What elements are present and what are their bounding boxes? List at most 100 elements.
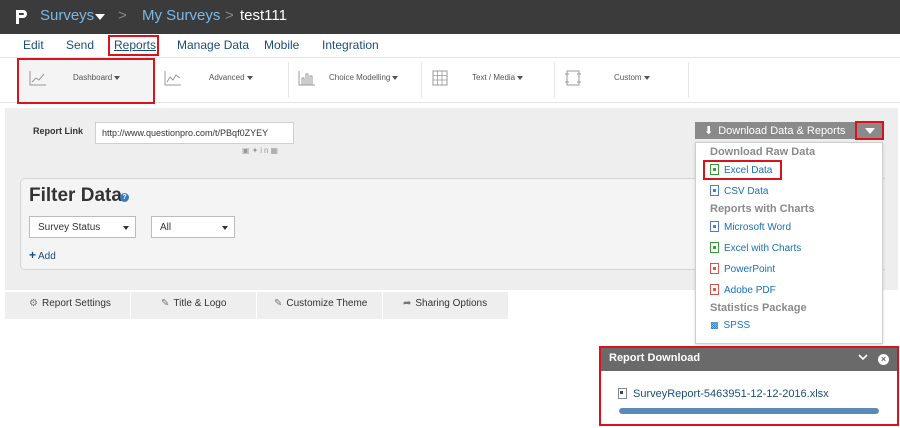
- close-icon[interactable]: ×: [878, 354, 889, 365]
- menu-item-excel-charts[interactable]: Excel with Charts: [710, 242, 801, 254]
- tab-divider: [382, 292, 383, 319]
- tab-title-logo[interactable]: ✎ Title & Logo: [161, 298, 226, 309]
- top-bar: Surveys > My Surveys > test111: [0, 0, 900, 34]
- current-survey-title: test111: [240, 7, 287, 24]
- share-icon: ➦: [403, 298, 412, 309]
- tab-title-logo-label: Title & Logo: [173, 298, 227, 309]
- survey-status-value: Survey Status: [38, 222, 101, 233]
- subnav-custom[interactable]: Custom: [555, 58, 688, 102]
- nav-edit[interactable]: Edit: [23, 38, 44, 53]
- menu-item-powerpoint[interactable]: PowerPoint: [710, 263, 775, 275]
- excel-data-highlight-box: [703, 160, 782, 180]
- nav-integration[interactable]: Integration: [322, 38, 379, 53]
- menu-item-excel-charts-label: Excel with Charts: [724, 243, 802, 254]
- breadcrumb-separator: >: [118, 7, 127, 24]
- word-file-icon: [710, 221, 719, 232]
- subnav-choice-modelling-label: Choice Modelling: [329, 73, 391, 82]
- survey-status-select[interactable]: Survey Status: [29, 216, 136, 238]
- downloaded-file-link[interactable]: SurveyReport-5463951-12-12-2016.xlsx: [618, 388, 829, 400]
- csv-file-icon: [710, 185, 719, 196]
- plus-icon: +: [29, 248, 37, 262]
- tab-report-settings[interactable]: ⚙ Report Settings: [29, 298, 111, 309]
- dropdown-toggle-highlight-box: [855, 121, 884, 140]
- file-icon: [618, 388, 627, 399]
- help-icon[interactable]: ?: [120, 193, 129, 202]
- tab-divider: [256, 292, 257, 319]
- tab-sharing-options-label: Sharing Options: [415, 298, 488, 309]
- chevron-down-icon: [643, 75, 650, 80]
- report-link-field[interactable]: http://www.questionpro.com/t/PBqf0ZYEY: [95, 122, 294, 144]
- surveys-menu[interactable]: Surveys: [40, 7, 94, 25]
- subnav-advanced[interactable]: Advanced: [155, 58, 288, 102]
- subnav-text-media-label: Text / Media: [472, 73, 516, 82]
- subnav-text-media[interactable]: Text / Media: [422, 58, 554, 102]
- edit-icon: ✎: [274, 298, 283, 309]
- qr-code-icon[interactable]: ▦: [271, 146, 281, 155]
- menu-item-spss-label: SPSS: [723, 320, 751, 331]
- menu-item-adobe-pdf-label: Adobe PDF: [724, 285, 776, 296]
- menu-item-microsoft-word-label: Microsoft Word: [724, 222, 792, 233]
- menu-item-powerpoint-label: PowerPoint: [724, 264, 776, 275]
- menu-item-microsoft-word[interactable]: Microsoft Word: [710, 221, 791, 233]
- custom-report-icon: [565, 70, 581, 86]
- chevron-down-icon: [246, 75, 253, 80]
- chevron-down-icon: [517, 75, 524, 80]
- edit-icon: ✎: [161, 298, 170, 309]
- tab-customize-theme-label: Customize Theme: [286, 298, 368, 309]
- facebook-icon[interactable]: ▣: [242, 146, 252, 155]
- bar-chart-icon: [298, 71, 315, 86]
- filter-value-select[interactable]: All: [151, 216, 235, 238]
- nav-manage-data[interactable]: Manage Data: [177, 38, 249, 53]
- pdf-file-icon: [710, 284, 719, 295]
- tab-report-settings-label: Report Settings: [41, 298, 111, 309]
- filter-value: All: [160, 222, 172, 233]
- twitter-icon[interactable]: ✦: [252, 146, 261, 155]
- download-data-reports-button[interactable]: ⬇ Download Data & Reports: [695, 122, 856, 139]
- subnav-custom-label: Custom: [614, 73, 642, 82]
- nav-send[interactable]: Send: [66, 38, 94, 53]
- chevron-down-icon[interactable]: [858, 352, 868, 362]
- subnav-advanced-label: Advanced: [209, 73, 245, 82]
- menu-header-charts: Reports with Charts: [710, 203, 815, 215]
- menu-header-statistics: Statistics Package: [710, 302, 807, 314]
- grid-icon: [432, 70, 448, 86]
- excel-file-icon: [710, 242, 719, 253]
- menu-item-adobe-pdf[interactable]: Adobe PDF: [710, 284, 776, 296]
- download-icon: ⬇: [704, 125, 714, 137]
- subnav-divider: [688, 62, 689, 98]
- gear-icon: ⚙: [29, 298, 38, 309]
- report-download-title: Report Download: [609, 352, 701, 364]
- report-link-label: Report Link: [33, 126, 84, 136]
- downloaded-file-name: SurveyReport-5463951-12-12-2016.xlsx: [633, 388, 829, 400]
- chevron-down-icon: [392, 75, 399, 80]
- chevron-down-icon: [123, 226, 129, 230]
- menu-item-csv-data-label: CSV Data: [724, 186, 769, 197]
- subnav-choice-modelling[interactable]: Choice Modelling: [289, 58, 421, 102]
- menu-item-spss[interactable]: ▩ SPSS: [710, 320, 750, 331]
- powerpoint-file-icon: [710, 263, 719, 274]
- add-filter-label: Add: [38, 251, 56, 262]
- download-progress-bar: [619, 408, 879, 414]
- tab-sharing-options[interactable]: ➦ Sharing Options: [403, 298, 487, 309]
- filter-data-title: Filter Data: [29, 185, 122, 206]
- download-button-label: Download Data & Reports: [718, 125, 846, 137]
- breadcrumb-separator: >: [225, 7, 234, 24]
- nav-mobile[interactable]: Mobile: [264, 38, 299, 53]
- bar-chart-icon: ▩: [710, 320, 719, 330]
- my-surveys-link[interactable]: My Surveys: [142, 7, 220, 25]
- menu-item-csv-data[interactable]: CSV Data: [710, 185, 768, 197]
- dashboard-highlight-box: [17, 58, 155, 104]
- reports-highlight-box: [108, 35, 159, 56]
- filter-data-box-edge: [883, 178, 885, 270]
- surveys-chevron-down-icon[interactable]: [95, 14, 105, 20]
- tab-customize-theme[interactable]: ✎ Customize Theme: [274, 298, 367, 309]
- tab-divider: [130, 292, 131, 319]
- add-filter-link[interactable]: + Add: [29, 248, 56, 262]
- social-share-icons: ▣✦in▦: [242, 146, 280, 155]
- linkedin-icon[interactable]: in: [260, 146, 270, 155]
- chevron-down-icon: [222, 226, 228, 230]
- download-progress-fill: [619, 408, 879, 414]
- scatter-chart-icon: [164, 71, 181, 86]
- questionpro-logo-icon[interactable]: [14, 8, 28, 26]
- menu-header-raw-data: Download Raw Data: [710, 146, 816, 158]
